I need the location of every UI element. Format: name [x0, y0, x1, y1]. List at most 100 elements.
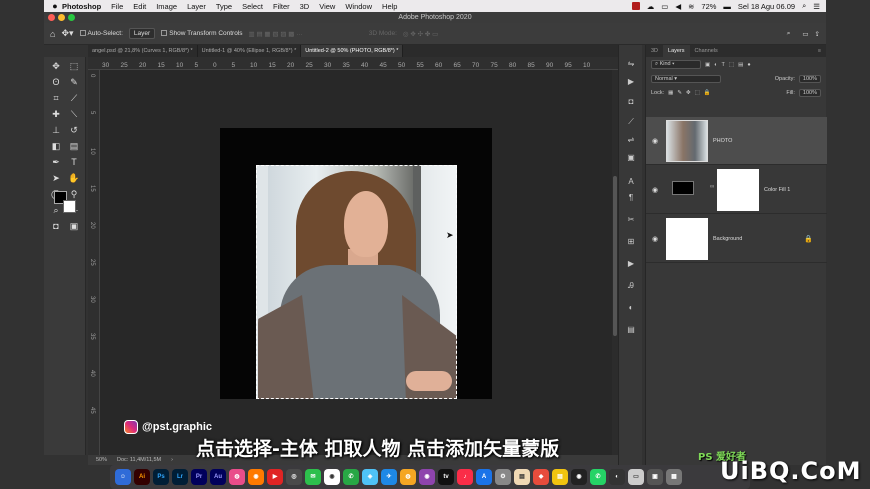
type-tool-icon[interactable]: T	[66, 157, 82, 167]
tab-untitled-1[interactable]: Untitled-1 @ 40% (Ellipse 1, RGB/8*) *	[198, 45, 302, 57]
visibility-eye-icon[interactable]: ◉	[652, 137, 658, 145]
swatches-panel-icon[interactable]: ▤	[624, 325, 638, 334]
search-icon[interactable]: ⌕	[787, 30, 791, 38]
visibility-eye-icon[interactable]: ◉	[652, 186, 658, 194]
home-icon[interactable]: ⌂	[50, 29, 55, 39]
menu-filter[interactable]: Filter	[273, 2, 290, 11]
app-icon[interactable]: ▣	[647, 469, 663, 485]
lock-artboard-icon[interactable]: ⬚	[695, 90, 700, 96]
filter-smart-object-icon[interactable]: ▤	[738, 62, 743, 68]
layer-background[interactable]: ◉ Background 🔒	[646, 215, 827, 263]
menu-help[interactable]: Help	[382, 2, 397, 11]
illustrator-icon[interactable]: Ai	[134, 469, 150, 485]
auto-select-checkbox[interactable]: Auto-Select:	[79, 30, 123, 37]
app-icon[interactable]: ◎	[286, 469, 302, 485]
status-arrow-icon[interactable]: ›	[171, 457, 173, 463]
mask-link-icon[interactable]: ∞	[710, 184, 714, 190]
align-icons[interactable]: ▥ ▤ ▦ ▧ ▨ ▩ ···	[249, 30, 303, 38]
quick-mask-icon[interactable]: ◘	[48, 221, 64, 231]
app-icon[interactable]: ▦	[666, 469, 682, 485]
zoom-tool-alt-icon[interactable]: ⌕	[48, 205, 64, 216]
premiere-icon[interactable]: Pr	[191, 469, 207, 485]
tab-3d[interactable]: 3D	[646, 45, 663, 57]
lightroom-icon[interactable]: Lr	[172, 469, 188, 485]
app-icon[interactable]: ✆	[590, 469, 606, 485]
eyedropper-tool-icon[interactable]: ⟋	[66, 93, 82, 104]
zoom-level[interactable]: 50%	[96, 457, 107, 463]
color-panel-icon[interactable]: ◐	[624, 303, 638, 312]
opacity-input[interactable]: 100%	[798, 75, 821, 83]
search-icon[interactable]: ⌕	[802, 1, 806, 11]
info-panel-icon[interactable]: ▣	[624, 153, 638, 162]
background-color-swatch[interactable]	[63, 200, 76, 213]
audition-icon[interactable]: Au	[210, 469, 226, 485]
glyphs-panel-icon[interactable]: Ꭿ	[624, 281, 638, 291]
paragraph-panel-icon[interactable]: ¶	[624, 193, 638, 202]
app-icon[interactable]: ◐	[609, 469, 625, 485]
photo-layer-image[interactable]	[256, 165, 457, 399]
filter-shape-icon[interactable]: ⬚	[729, 62, 734, 68]
chrome-icon[interactable]: ◉	[324, 469, 340, 485]
gradient-tool-icon[interactable]: ▤	[66, 141, 82, 152]
app-icon[interactable]: ◉	[248, 469, 264, 485]
fill-input[interactable]: 100%	[798, 89, 821, 97]
layer-thumbnail[interactable]	[666, 120, 708, 162]
app-icon[interactable]: ◉	[571, 469, 587, 485]
actions-panel-icon[interactable]: ▶	[624, 259, 638, 268]
lasso-tool-icon[interactable]: ʘ	[48, 77, 64, 87]
brush-settings-icon[interactable]: ⟋	[624, 117, 638, 127]
app-icon[interactable]: ◈	[362, 469, 378, 485]
display-icon[interactable]: ▭	[661, 2, 668, 11]
menu-view[interactable]: View	[319, 2, 335, 11]
app-icon[interactable]: ✈	[381, 469, 397, 485]
clock[interactable]: Sel 18 Agu 06.09	[738, 2, 795, 11]
app-icon[interactable]: ▶	[267, 469, 283, 485]
zoom-tool-icon[interactable]: ⚲	[66, 189, 82, 200]
pen-tool-icon[interactable]: ✒	[48, 157, 64, 168]
app-icon[interactable]: ◍	[400, 469, 416, 485]
canvas-scroll-thumb[interactable]	[613, 176, 617, 336]
whatsapp-icon[interactable]: ✆	[343, 469, 359, 485]
menu-file[interactable]: File	[111, 2, 123, 11]
layer-thumbnail[interactable]	[666, 218, 708, 260]
menu-image[interactable]: Image	[156, 2, 177, 11]
filter-toggle-icon[interactable]: ●	[747, 62, 750, 68]
photoshop-icon[interactable]: Ps	[153, 469, 169, 485]
app-icon[interactable]: ◆	[533, 469, 549, 485]
app-icon[interactable]: ◍	[229, 469, 245, 485]
menu-photoshop[interactable]: Photoshop	[62, 2, 101, 11]
layer-mask-thumbnail[interactable]	[717, 169, 759, 211]
record-icon[interactable]	[631, 2, 640, 10]
layer-name[interactable]: Color Fill 1	[764, 187, 790, 193]
filter-type-icon[interactable]: T	[722, 62, 725, 68]
menu-3d[interactable]: 3D	[300, 2, 310, 11]
path-selection-tool-icon[interactable]: ➤	[48, 173, 64, 184]
layer-name[interactable]: Background	[713, 236, 742, 242]
tool-presets-icon[interactable]: ✂	[624, 215, 638, 224]
finder-icon[interactable]: ☺	[115, 469, 131, 485]
menu-select[interactable]: Select	[242, 2, 263, 11]
podcasts-icon[interactable]: ◉	[419, 469, 435, 485]
lock-position-icon[interactable]: ✥	[686, 90, 691, 96]
character-panel-icon[interactable]: A	[624, 177, 638, 186]
cloud-icon[interactable]: ☁	[647, 2, 655, 11]
filter-adjustment-icon[interactable]: ◐	[714, 62, 717, 68]
app-store-icon[interactable]: A	[476, 469, 492, 485]
minimize-window-icon[interactable]	[58, 14, 65, 21]
tab-untitled-2[interactable]: Untitled-2 @ 50% (PHOTO, RGB/8*) *	[301, 45, 404, 57]
properties-panel-icon[interactable]: ⇌	[624, 135, 638, 144]
filter-pixel-icon[interactable]: ▣	[705, 62, 710, 68]
history-panel-icon[interactable]: ⊞	[624, 237, 638, 246]
layer-filter-kind-dropdown[interactable]: ⌕ Kind ▾	[651, 60, 701, 69]
lock-transparent-icon[interactable]: ▦	[668, 90, 673, 96]
panel-menu-icon[interactable]: ≡	[813, 45, 826, 57]
menu-edit[interactable]: Edit	[133, 2, 146, 11]
app-icon[interactable]: ▭	[628, 469, 644, 485]
layer-color-fill[interactable]: ◉ ∞ Color Fill 1	[646, 166, 827, 214]
eraser-tool-icon[interactable]: ◧	[48, 141, 64, 152]
appletv-icon[interactable]: tv	[438, 469, 454, 485]
blend-mode-dropdown[interactable]: Normal ▾	[651, 75, 721, 83]
3d-mode-icons[interactable]: ◎ ✥ ✣ ✤ ▭	[403, 30, 438, 38]
share-icon[interactable]: ⇪	[815, 30, 820, 38]
adjustments-panel-icon[interactable]: ◘	[624, 97, 638, 106]
